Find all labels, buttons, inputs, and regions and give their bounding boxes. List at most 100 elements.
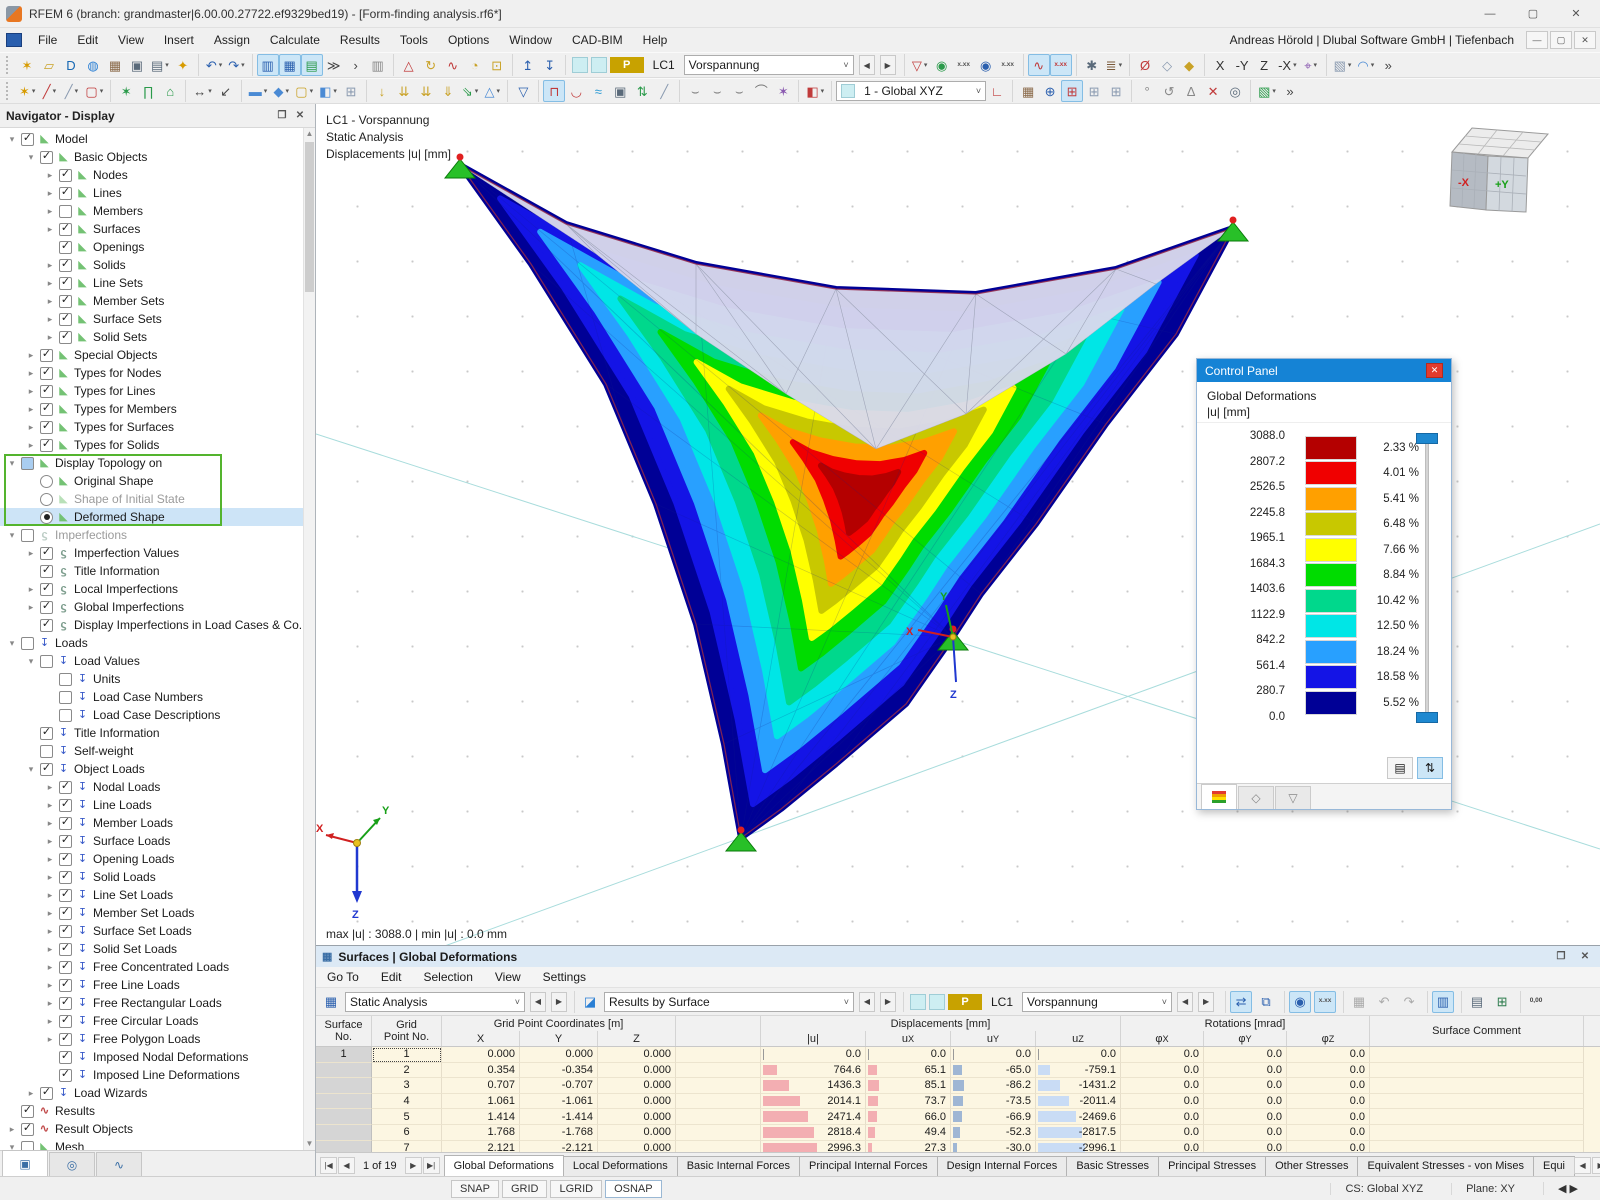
- toolbar-button[interactable]: ◧: [316, 80, 340, 102]
- table-menu-item[interactable]: Selection: [413, 968, 484, 986]
- tree-item[interactable]: Openings: [0, 238, 315, 256]
- tree-item-label[interactable]: Opening Loads: [93, 852, 174, 866]
- column-header[interactable]: φY: [1204, 1031, 1287, 1046]
- column-header[interactable]: Surface Comment: [1370, 1016, 1584, 1046]
- tree-item-label[interactable]: Mesh: [55, 1140, 84, 1150]
- tree-item-label[interactable]: Solids: [93, 258, 126, 272]
- tabs-scroll-left-icon[interactable]: ◀: [1574, 1157, 1592, 1174]
- result-table-tab[interactable]: Design Internal Forces: [936, 1156, 1068, 1176]
- table-cell[interactable]: 0.0: [1287, 1140, 1370, 1152]
- tree-item[interactable]: Title Information: [0, 562, 315, 580]
- tree-item[interactable]: Mesh: [0, 1138, 315, 1150]
- tree-item-label[interactable]: Results: [55, 1104, 95, 1118]
- table-menu-item[interactable]: Go To: [316, 968, 370, 986]
- tree-checkbox[interactable]: [59, 960, 72, 974]
- tree-checkbox[interactable]: [59, 996, 72, 1010]
- menu-item[interactable]: View: [108, 30, 154, 50]
- tree-expander-icon[interactable]: [25, 386, 37, 397]
- tree-checkbox[interactable]: [59, 168, 72, 182]
- toolbar-button[interactable]: ▦: [1017, 80, 1039, 102]
- tree-item[interactable]: Local Imperfections: [0, 580, 315, 598]
- tree-item-label[interactable]: Shape of Initial State: [74, 492, 185, 506]
- result-table-tab[interactable]: Basic Internal Forces: [676, 1156, 801, 1176]
- tree-item[interactable]: Solid Set Loads: [0, 940, 315, 958]
- menu-item[interactable]: Tools: [390, 30, 438, 50]
- tree-checkbox[interactable]: [40, 384, 53, 398]
- tree-item-label[interactable]: Imposed Line Deformations: [93, 1068, 240, 1082]
- tree-item-label[interactable]: Imposed Nodal Deformations: [93, 1050, 248, 1064]
- table-cell[interactable]: [316, 1124, 372, 1141]
- table-cell[interactable]: 0.000: [598, 1062, 676, 1079]
- tree-item-label[interactable]: Title Information: [74, 564, 160, 578]
- tree-item[interactable]: Surface Sets: [0, 310, 315, 328]
- tree-item[interactable]: Original Shape: [0, 472, 315, 490]
- tree-checkbox[interactable]: [59, 240, 72, 254]
- navigator-results-tab[interactable]: ∿: [96, 1152, 142, 1176]
- column-header[interactable]: |u|: [761, 1031, 866, 1046]
- tree-item[interactable]: Free Line Loads: [0, 976, 315, 994]
- tree-item[interactable]: Object Loads: [0, 760, 315, 778]
- table-cell[interactable]: 0.0: [951, 1047, 1036, 1063]
- analysis-next-button[interactable]: ▶: [551, 991, 567, 1012]
- toolbar-button[interactable]: ▽: [512, 80, 534, 102]
- tree-expander-icon[interactable]: [44, 908, 56, 919]
- tree-checkbox[interactable]: [59, 276, 72, 290]
- table-cell[interactable]: -65.0: [951, 1062, 1036, 1079]
- toolbar-button[interactable]: ⊓: [543, 80, 566, 102]
- toolbar-button[interactable]: ⊞: [340, 80, 362, 102]
- table-cell[interactable]: 0.0: [1287, 1109, 1370, 1125]
- toolbar-button[interactable]: ≫: [323, 54, 345, 76]
- toolbar-button[interactable]: ◎: [1224, 80, 1246, 102]
- tree-item-label[interactable]: Openings: [93, 240, 144, 254]
- toolbar-button[interactable]: »: [1377, 54, 1399, 76]
- snap-toggle[interactable]: SNAP: [451, 1179, 499, 1198]
- table-cell[interactable]: 0.0: [1121, 1124, 1204, 1141]
- tree-checkbox[interactable]: [40, 348, 53, 362]
- tree-item-label[interactable]: Types for Solids: [74, 438, 159, 452]
- tree-checkbox[interactable]: [59, 186, 72, 200]
- toolbar-button[interactable]: ◍: [82, 54, 104, 76]
- tree-expander-icon[interactable]: [44, 188, 56, 199]
- toolbar-button[interactable]: °: [1136, 80, 1158, 102]
- toolbar-button[interactable]: ✶: [772, 80, 794, 102]
- table-row[interactable]: 7 2.121 -2.121 0.000 2996.3 27.3 -30.0 -2996.1 0…: [316, 1140, 1600, 1152]
- tree-checkbox[interactable]: [59, 1014, 72, 1028]
- table-cell[interactable]: 2014.1: [761, 1093, 866, 1110]
- table-cell[interactable]: 0.0: [1121, 1109, 1204, 1125]
- table-cell[interactable]: [316, 1078, 372, 1094]
- toolbar-button[interactable]: ◆: [270, 80, 292, 102]
- tree-item-label[interactable]: Imperfection Values: [74, 546, 179, 560]
- table-cell[interactable]: 0.0: [1121, 1062, 1204, 1079]
- tree-item[interactable]: Shape of Initial State: [0, 490, 315, 508]
- toolbar-button[interactable]: ↓: [371, 80, 393, 102]
- tree-checkbox[interactable]: [40, 438, 53, 452]
- toolbar-button[interactable]: ∿: [442, 54, 464, 76]
- tree-item-label[interactable]: Lines: [93, 186, 122, 200]
- table-cell[interactable]: 2.121: [442, 1140, 520, 1152]
- load-case-color-2[interactable]: [929, 993, 945, 1010]
- tree-item[interactable]: Members: [0, 202, 315, 220]
- tree-checkbox[interactable]: [59, 1050, 72, 1064]
- result-table-tab[interactable]: Equi: [1532, 1156, 1576, 1176]
- tree-item[interactable]: Global Imperfections: [0, 598, 315, 616]
- toolbar-button[interactable]: ╱: [60, 80, 82, 102]
- table-cell[interactable]: 0.0: [1204, 1140, 1287, 1152]
- tree-expander-icon[interactable]: [25, 548, 37, 559]
- tree-checkbox[interactable]: [59, 312, 72, 326]
- tree-item[interactable]: Results: [0, 1102, 315, 1120]
- tree-checkbox[interactable]: [59, 798, 72, 812]
- table-cell[interactable]: [676, 1124, 761, 1141]
- tree-checkbox[interactable]: [21, 1140, 34, 1150]
- column-header[interactable]: [676, 1031, 761, 1046]
- tree-expander-icon[interactable]: [44, 836, 56, 847]
- table-cell[interactable]: 2471.4: [761, 1109, 866, 1125]
- navigator-views-tab[interactable]: ◎: [49, 1152, 95, 1176]
- tree-expander-icon[interactable]: [6, 1124, 18, 1135]
- toolbar-button[interactable]: ⊞: [1061, 80, 1084, 102]
- table-cell[interactable]: -2817.5: [1036, 1124, 1121, 1141]
- toolbar-button[interactable]: ▥: [256, 54, 279, 76]
- tree-checkbox[interactable]: [59, 942, 72, 956]
- toolbar-button[interactable]: ≣: [1103, 54, 1125, 76]
- tree-item[interactable]: Solid Loads: [0, 868, 315, 886]
- tree-item-label[interactable]: Types for Members: [74, 402, 177, 416]
